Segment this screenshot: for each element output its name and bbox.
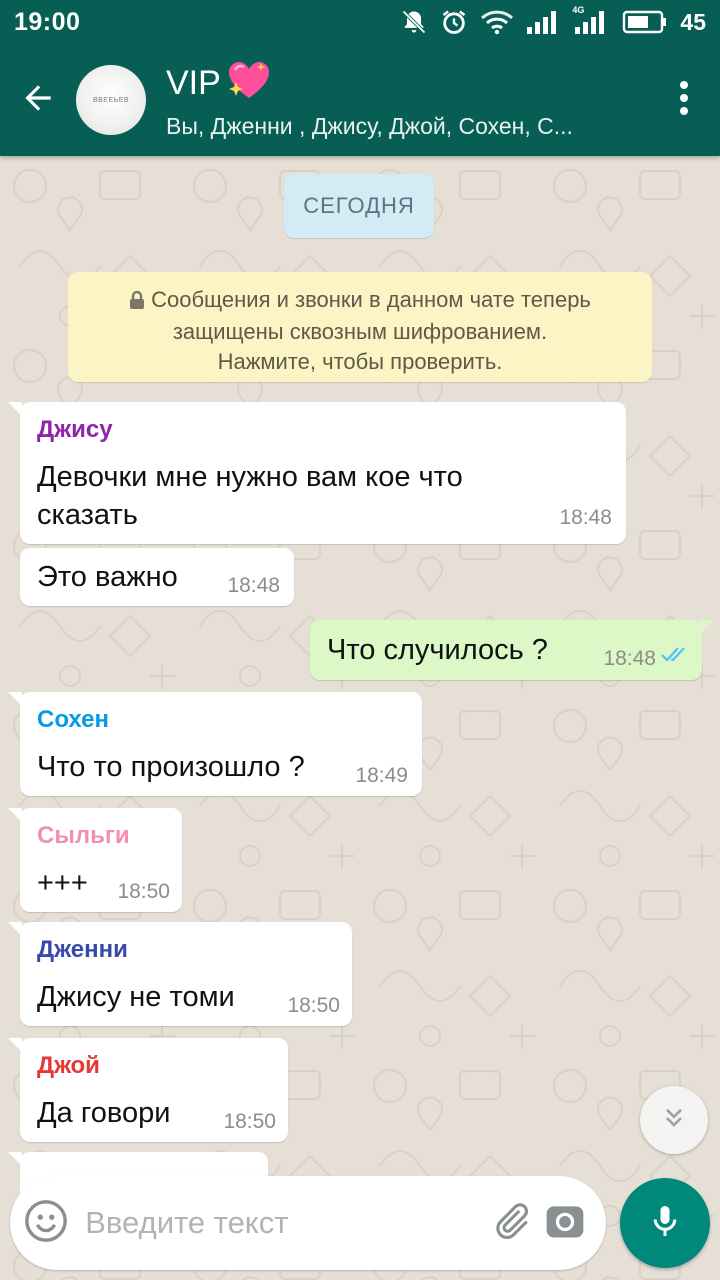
chat-members: Вы, Дженни , Джису, Джой, Сохен, С... xyxy=(166,113,573,139)
chat-area[interactable]: СЕГОДНЯ Сообщения и звонки в данном чате… xyxy=(0,156,720,1280)
muted-bell-icon xyxy=(400,8,428,36)
more-vert-icon xyxy=(678,80,690,121)
camera-icon xyxy=(543,1199,587,1248)
chat-header: ВВЕЕЬЕВ VIP Вы, Дженни , Джису, Джой, Со… xyxy=(0,44,720,156)
message-time: 18:48 xyxy=(603,647,656,670)
signal-icon xyxy=(526,9,562,35)
message-text: Что случилось ? xyxy=(327,634,548,666)
message-text: Девочки мне нужно вам кое что xyxy=(37,461,463,493)
status-icons: 4G 45 xyxy=(400,5,706,36)
message-time: 18:50 xyxy=(287,994,340,1017)
chat-title: VIP xyxy=(166,64,221,102)
message-text: Да говори xyxy=(37,1097,171,1129)
bubble-tail xyxy=(8,402,22,416)
arrow-back-icon xyxy=(19,79,57,122)
message-bubble-incoming[interactable]: Джой Да говори 18:50 xyxy=(8,1038,288,1142)
read-receipt-icon xyxy=(660,645,690,668)
double-chevron-down-icon xyxy=(660,1104,688,1137)
message-text: Это важно xyxy=(37,561,178,593)
message-bubble-incoming[interactable]: Это важно 18:48 xyxy=(20,548,294,606)
message-sender: Джой xyxy=(37,1052,100,1079)
alarm-icon xyxy=(440,8,468,36)
message-bubble-incoming[interactable]: Дженни Джису не томи 18:50 xyxy=(8,922,352,1026)
battery-level: 45 xyxy=(680,8,706,35)
bubble-tail xyxy=(8,922,22,936)
message-time: 18:50 xyxy=(223,1110,276,1133)
battery-icon xyxy=(622,10,668,34)
bubble-tail xyxy=(8,692,22,706)
scroll-down-button[interactable] xyxy=(640,1086,708,1154)
bubble-tail xyxy=(8,1038,22,1052)
message-sender: Сыльги xyxy=(37,822,130,849)
encryption-notice-line1: Сообщения и звонки в данном чате теперь xyxy=(68,285,652,317)
lock-icon xyxy=(129,287,145,317)
message-time: 18:49 xyxy=(355,764,408,787)
chat-title-row: VIP xyxy=(166,60,658,107)
camera-button[interactable] xyxy=(538,1176,592,1270)
message-text: сказать xyxy=(37,499,138,531)
encryption-notice[interactable]: Сообщения и звонки в данном чате теперь … xyxy=(68,272,652,382)
bubble-tail xyxy=(700,620,714,634)
group-avatar[interactable]: ВВЕЕЬЕВ xyxy=(76,65,146,135)
message-text: Джису не томи xyxy=(37,981,235,1013)
back-button[interactable] xyxy=(0,44,76,156)
bubble-tail xyxy=(8,1152,22,1166)
message-input[interactable] xyxy=(81,1205,485,1241)
message-sender: Сохен xyxy=(37,706,109,733)
message-bubble-incoming[interactable]: Сохен Что то произошло ? 18:49 xyxy=(8,692,422,796)
sparkling-heart-icon xyxy=(227,60,271,107)
message-text: +++ xyxy=(37,867,88,899)
message-bubble-outgoing[interactable]: Что случилось ? 18:48 xyxy=(310,620,714,680)
voice-record-button[interactable] xyxy=(620,1178,710,1268)
chat-info[interactable]: VIP Вы, Дженни , Джису, Джой, Сохен, С..… xyxy=(166,60,658,140)
status-time: 19:00 xyxy=(14,7,81,36)
emoji-icon xyxy=(23,1198,69,1249)
paperclip-icon xyxy=(489,1199,533,1248)
message-text: Что то произошло ? xyxy=(37,751,305,783)
avatar-text: ВВЕЕЬЕВ xyxy=(92,96,130,104)
more-options-button[interactable] xyxy=(658,44,710,156)
message-sender: Дженни xyxy=(37,936,128,963)
status-bar: 19:00 4G 45 xyxy=(0,0,720,44)
date-chip: СЕГОДНЯ xyxy=(284,174,434,238)
message-sender: Джису xyxy=(37,416,113,443)
message-time: 18:48 xyxy=(559,506,612,529)
message-input-bar xyxy=(10,1176,606,1270)
encryption-text-1: Сообщения и звонки в данном чате теперь xyxy=(151,287,591,312)
message-time: 18:50 xyxy=(117,880,170,903)
wifi-icon xyxy=(480,9,514,35)
network-label: 4G xyxy=(572,5,585,15)
signal-4g-icon: 4G xyxy=(572,5,610,35)
emoji-button[interactable] xyxy=(10,1176,81,1270)
attach-button[interactable] xyxy=(484,1176,538,1270)
message-time: 18:48 xyxy=(227,574,280,597)
encryption-text-2: защищены сквозным шифрованием. xyxy=(172,319,548,344)
bubble-tail xyxy=(8,808,22,822)
message-bubble-incoming[interactable]: Сыльги +++ 18:50 xyxy=(8,808,182,912)
encryption-text-3: Нажмите, чтобы проверить. xyxy=(217,349,503,374)
message-bubble-incoming[interactable]: Джису Девочки мне нужно вам кое что сказ… xyxy=(8,402,626,544)
microphone-icon xyxy=(647,1201,683,1246)
